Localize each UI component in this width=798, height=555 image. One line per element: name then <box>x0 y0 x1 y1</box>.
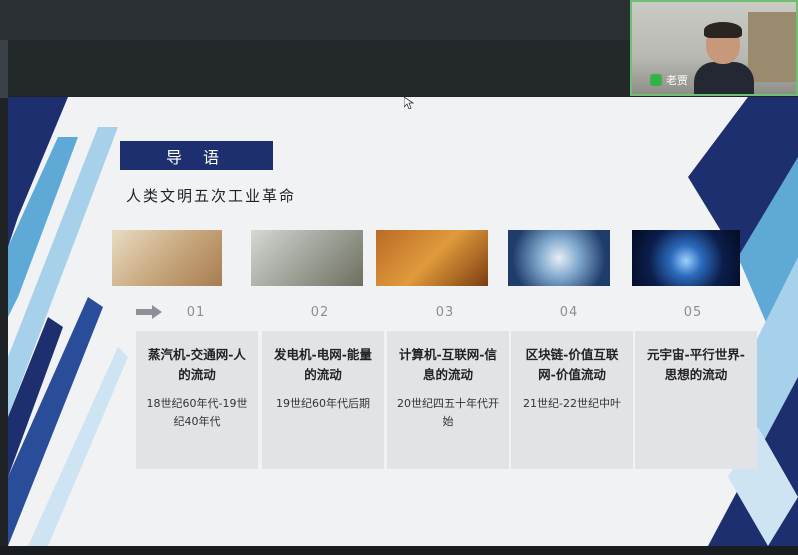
computer-grid-image <box>376 230 488 286</box>
revolution-card: 元宇宙-平行世界-思想的流动 <box>635 331 757 469</box>
microphone-icon <box>650 74 662 86</box>
item-number: 04 <box>559 305 579 320</box>
participant-person <box>694 22 754 94</box>
card-title: 区块链-价值互联网-价值流动 <box>525 347 619 382</box>
card-title: 元宇宙-平行世界-思想的流动 <box>647 347 745 382</box>
card-period: 21世纪-22世纪中叶 <box>523 397 621 410</box>
revolution-card: 计算机-互联网-信息的流动 20世纪四五十年代开始 <box>387 331 509 469</box>
steam-engine-image <box>112 230 222 286</box>
right-decoration <box>688 97 798 546</box>
window-tab-row <box>0 0 632 40</box>
card-title: 发电机-电网-能量的流动 <box>274 347 372 382</box>
card-period: 20世纪四五十年代开始 <box>397 397 499 428</box>
item-number: 02 <box>310 305 330 320</box>
revolution-card: 区块链-价值互联网-价值流动 21世纪-22世纪中叶 <box>511 331 633 469</box>
left-decoration <box>8 97 128 546</box>
blockchain-hands-image <box>508 230 610 286</box>
mouse-cursor-icon <box>404 97 414 109</box>
revolution-card: 蒸汽机-交通网-人的流动 18世纪60年代-19世纪40年代 <box>136 331 258 469</box>
card-title: 计算机-互联网-信息的流动 <box>399 347 497 382</box>
slide-subtitle: 人类文明五次工业革命 <box>126 187 297 205</box>
item-number: 01 <box>186 305 206 320</box>
participant-hair <box>704 22 742 38</box>
participant-body <box>694 62 754 94</box>
item-number: 03 <box>435 305 455 320</box>
card-period: 19世纪60年代后期 <box>276 397 370 410</box>
card-period: 18世纪60年代-19世纪40年代 <box>146 397 248 428</box>
item-number: 05 <box>683 305 703 320</box>
revolution-card: 发电机-电网-能量的流动 19世纪60年代后期 <box>262 331 384 469</box>
metaverse-galaxy-image <box>632 230 740 286</box>
participant-video-tile[interactable]: 老贾 <box>630 0 798 96</box>
participant-name-bar: 老贾 <box>650 72 688 88</box>
shared-slide: 导 语 人类文明五次工业革命 01 02 03 04 05 蒸汽机-交通网-人的… <box>8 97 798 546</box>
power-plant-image <box>251 230 363 286</box>
left-thumbnail-edge[interactable] <box>0 40 8 98</box>
participant-name: 老贾 <box>666 74 688 87</box>
card-title: 蒸汽机-交通网-人的流动 <box>148 347 246 382</box>
section-heading-box: 导 语 <box>120 141 273 170</box>
bottom-bar <box>0 546 798 555</box>
bookshelf <box>748 12 796 82</box>
